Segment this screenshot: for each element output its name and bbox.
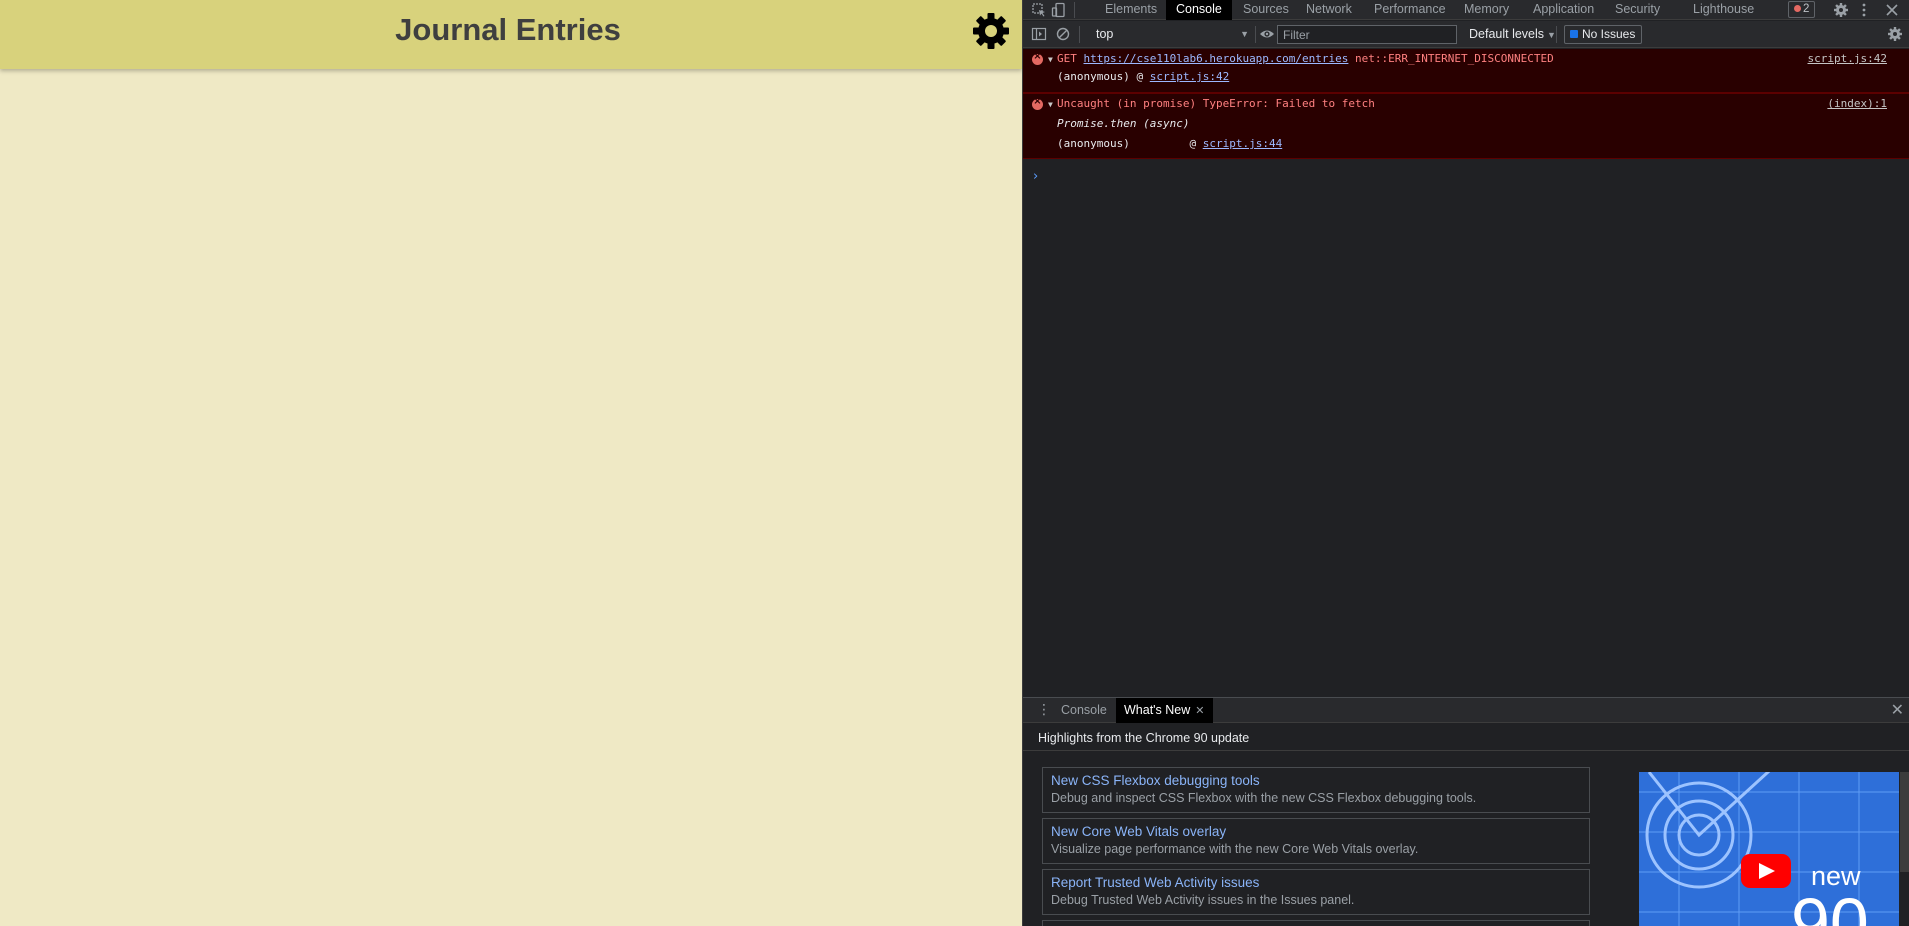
- error-dot-icon: [1794, 5, 1801, 12]
- stack-function: (anonymous): [1057, 70, 1130, 83]
- settings-icon[interactable]: [1833, 2, 1849, 18]
- toolbar-separator: [1255, 26, 1256, 43]
- sidebar-toggle-icon[interactable]: [1031, 26, 1047, 42]
- expand-triangle-icon[interactable]: ▼: [1048, 55, 1053, 64]
- context-selector[interactable]: top ▼: [1093, 25, 1253, 44]
- stack-at: @: [1136, 70, 1144, 83]
- stack-link[interactable]: script.js:42: [1150, 70, 1229, 83]
- log-levels-dropdown[interactable]: Default levels ▼: [1463, 25, 1562, 44]
- journal-page: Journal Entries: [0, 0, 1022, 926]
- page-header: Journal Entries: [0, 0, 1022, 69]
- device-toolbar-icon[interactable]: [1051, 2, 1067, 18]
- tab-network[interactable]: Network: [1296, 0, 1362, 20]
- error-code: net::ERR_INTERNET_DISCONNECTED: [1355, 52, 1554, 65]
- error-count: 2: [1803, 3, 1810, 15]
- tab-security[interactable]: Security: [1605, 0, 1670, 20]
- dropdown-caret-icon: ▼: [1240, 29, 1249, 39]
- drawer-menu-icon[interactable]: ⋮: [1037, 702, 1051, 716]
- tab-elements[interactable]: Elements: [1095, 0, 1167, 20]
- message-source-link[interactable]: script.js:42: [1808, 52, 1887, 65]
- console-output[interactable]: ▼ GET https://cse110lab6.herokuapp.com/e…: [1023, 49, 1909, 697]
- error-count-badge[interactable]: 2: [1788, 1, 1816, 18]
- stack-at: @: [1189, 137, 1197, 150]
- error-line: GET https://cse110lab6.herokuapp.com/ent…: [1057, 52, 1554, 65]
- close-drawer-icon[interactable]: ✕: [1891, 700, 1904, 720]
- whats-new-item[interactable]: Report Trusted Web Activity issues Debug…: [1042, 869, 1590, 915]
- async-label: Promise.then (async): [1057, 117, 1190, 130]
- whats-new-item[interactable]: New CSS Flexbox debugging tools Debug an…: [1042, 767, 1590, 813]
- error-text: Uncaught (in promise) TypeError: Failed …: [1057, 97, 1375, 110]
- devtools-drawer: ⋮ Console What's New ✕ ✕ Highlights from …: [1023, 697, 1909, 926]
- console-error-message[interactable]: ▼ Uncaught (in promise) TypeError: Faile…: [1023, 93, 1909, 159]
- whats-new-item-title[interactable]: New CSS Flexbox debugging tools: [1051, 773, 1581, 788]
- whats-new-video-thumbnail[interactable]: new 90: [1639, 772, 1899, 926]
- whats-new-item-desc: Debug Trusted Web Activity issues in the…: [1051, 893, 1355, 907]
- toolbar-separator: [1556, 26, 1557, 43]
- divider: [1023, 750, 1909, 751]
- log-levels-label: Default levels: [1469, 27, 1545, 41]
- error-icon: [1032, 51, 1043, 65]
- devtools-tabbar: Elements Console Sources Network Perform…: [1023, 0, 1909, 20]
- drawer-tab-label: What's New: [1124, 703, 1191, 717]
- clear-console-icon[interactable]: [1055, 26, 1071, 42]
- issues-label: No Issues: [1582, 27, 1636, 41]
- whats-new-item-title[interactable]: Report Trusted Web Activity issues: [1051, 875, 1581, 890]
- drawer-tab-console[interactable]: Console: [1053, 698, 1115, 723]
- request-url-link[interactable]: https://cse110lab6.herokuapp.com/entries: [1084, 52, 1349, 65]
- error-icon: [1032, 96, 1043, 110]
- toolbar-separator: [1074, 2, 1075, 18]
- whats-new-item-desc: Debug and inspect CSS Flexbox with the n…: [1051, 791, 1477, 805]
- console-error-message[interactable]: ▼ GET https://cse110lab6.herokuapp.com/e…: [1023, 49, 1909, 93]
- toolbar-separator: [1079, 26, 1080, 43]
- whats-new-item[interactable]: [1042, 920, 1590, 926]
- stack-frame: (anonymous) @ script.js:44: [1057, 137, 1282, 150]
- stack-function: (anonymous): [1057, 137, 1130, 150]
- filter-input[interactable]: [1277, 25, 1457, 44]
- request-method: GET: [1057, 52, 1077, 65]
- console-prompt[interactable]: ›: [1033, 169, 1038, 184]
- page-title: Journal Entries: [395, 12, 621, 47]
- devtools-panel: Elements Console Sources Network Perform…: [1022, 0, 1909, 926]
- live-expression-eye-icon[interactable]: [1259, 26, 1275, 42]
- message-source-link[interactable]: (index):1: [1827, 97, 1887, 110]
- whats-new-heading: Highlights from the Chrome 90 update: [1038, 731, 1250, 745]
- whats-new-item-title[interactable]: New Core Web Vitals overlay: [1051, 824, 1581, 839]
- whats-new-item-desc: Visualize page performance with the new …: [1051, 842, 1419, 856]
- drawer-scrollbar[interactable]: [1900, 772, 1909, 872]
- close-tab-icon[interactable]: ✕: [1195, 705, 1204, 717]
- whats-new-item[interactable]: New Core Web Vitals overlay Visualize pa…: [1042, 818, 1590, 864]
- tab-console[interactable]: Console: [1166, 0, 1232, 20]
- close-devtools-icon[interactable]: [1884, 2, 1900, 18]
- console-settings-icon[interactable]: [1887, 26, 1903, 42]
- dropdown-caret-icon: ▼: [1547, 30, 1556, 40]
- context-value: top: [1096, 27, 1114, 41]
- issues-icon: [1570, 30, 1578, 38]
- tab-lighthouse[interactable]: Lighthouse: [1683, 0, 1764, 20]
- more-options-icon[interactable]: [1856, 2, 1872, 18]
- video-number-label: 90: [1791, 884, 1869, 926]
- tab-performance[interactable]: Performance: [1364, 0, 1456, 20]
- console-toolbar: top ▼ Default levels▼ No Issues: [1023, 21, 1909, 48]
- inspect-element-icon[interactable]: [1031, 2, 1047, 18]
- expand-triangle-icon[interactable]: ▼: [1048, 100, 1053, 109]
- drawer-tab-whats-new[interactable]: What's New ✕: [1116, 698, 1213, 723]
- drawer-tabbar: ⋮ Console What's New ✕ ✕: [1023, 698, 1909, 723]
- issues-button[interactable]: No Issues: [1564, 25, 1643, 44]
- stack-link[interactable]: script.js:44: [1203, 137, 1282, 150]
- tab-application[interactable]: Application: [1523, 0, 1604, 20]
- gear-icon[interactable]: [971, 11, 1011, 51]
- tab-memory[interactable]: Memory: [1454, 0, 1519, 20]
- stack-frame: (anonymous) @ script.js:42: [1057, 70, 1229, 83]
- tab-sources[interactable]: Sources: [1233, 0, 1299, 20]
